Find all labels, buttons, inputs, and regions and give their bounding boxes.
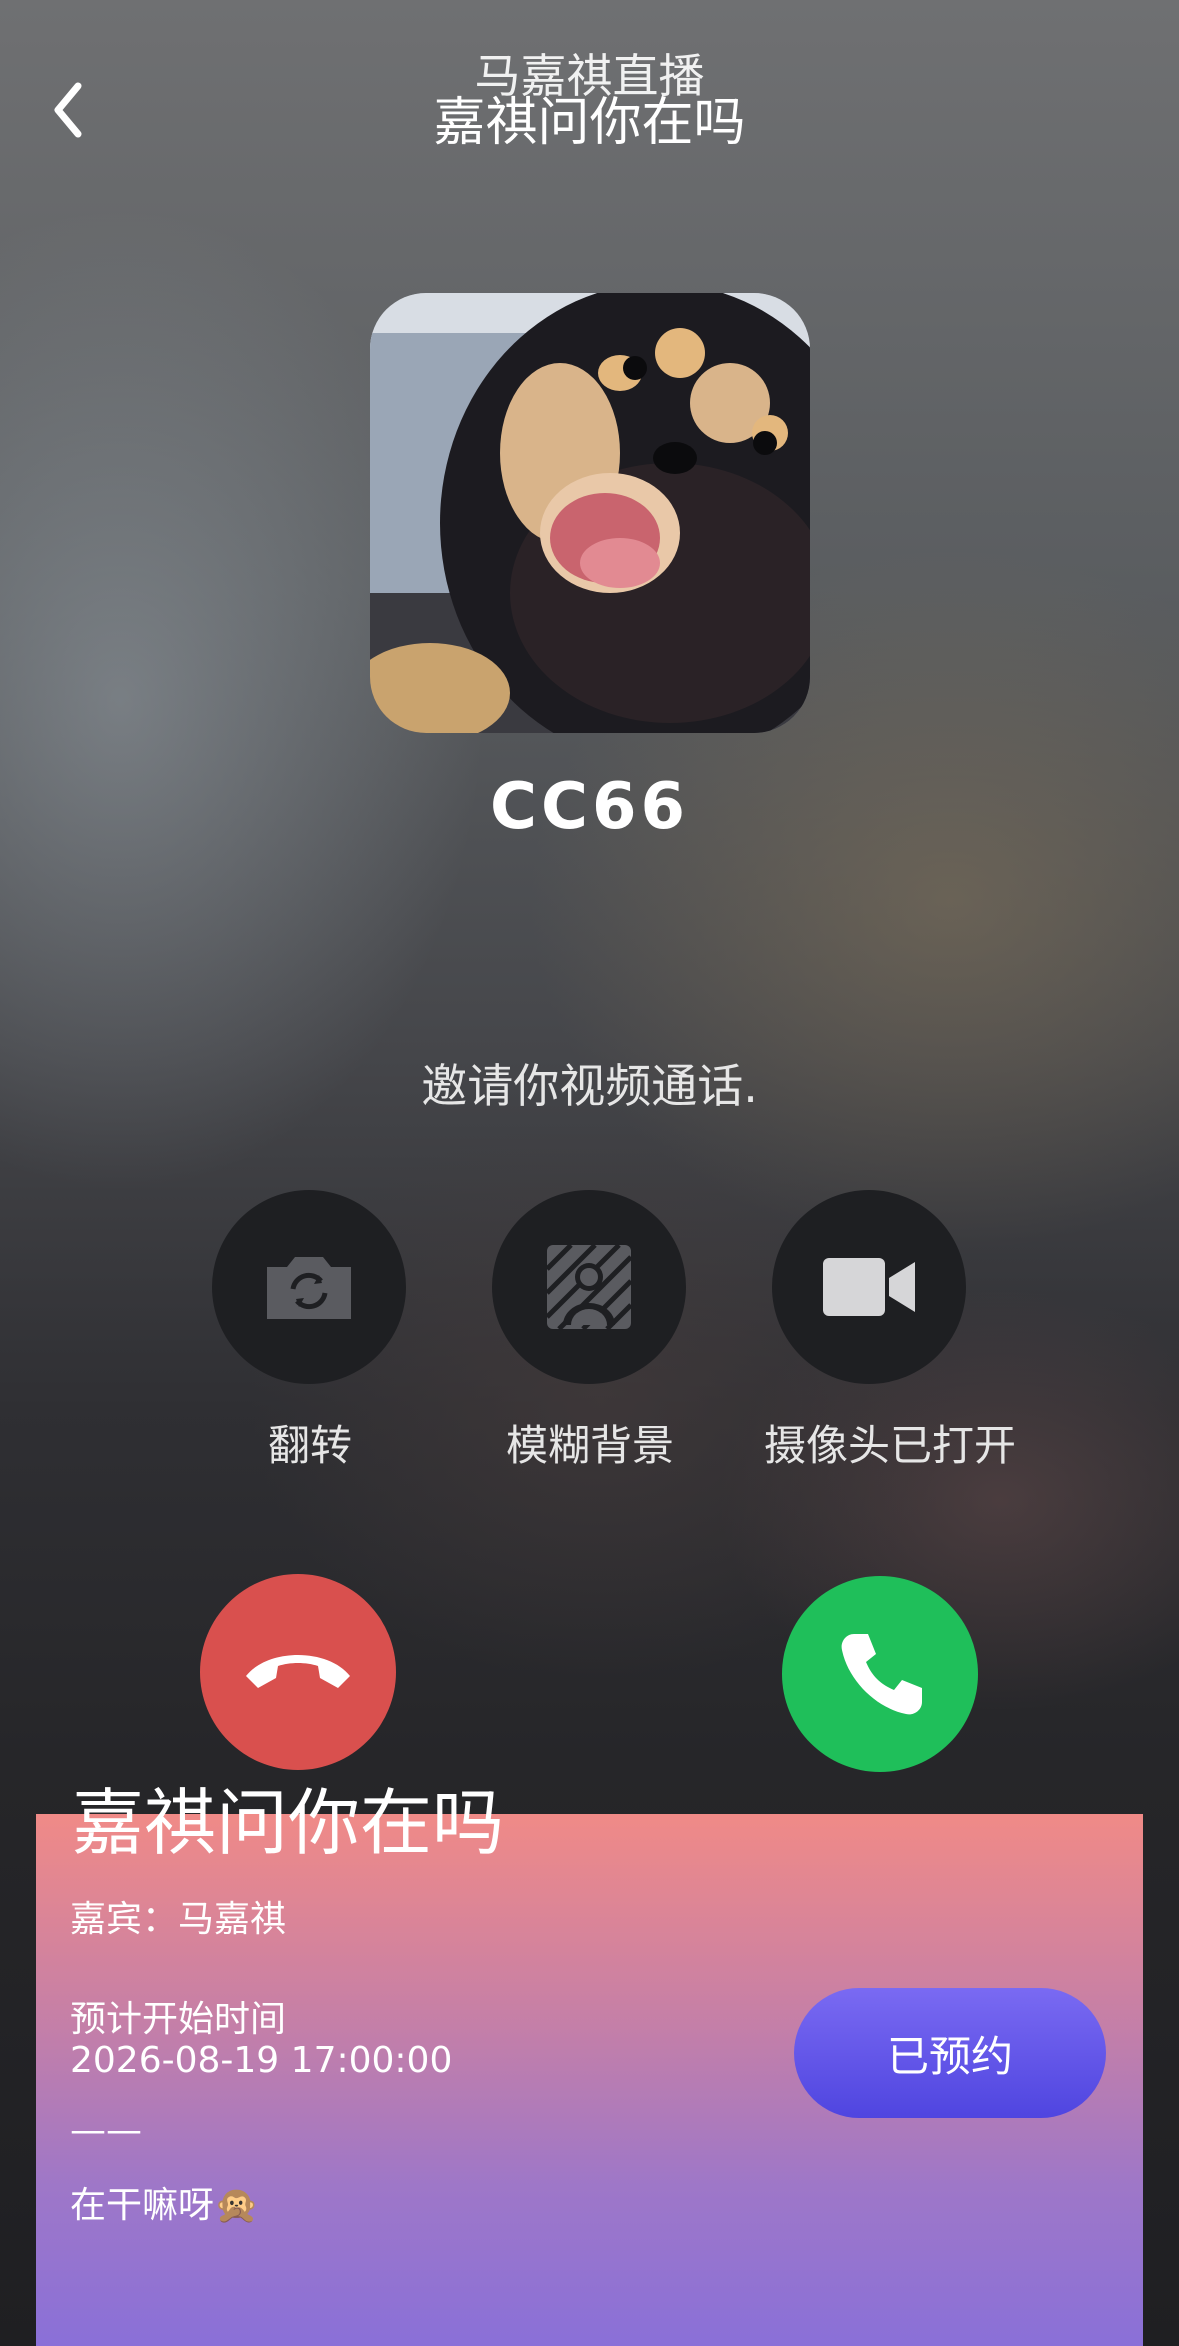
caller-avatar <box>370 293 810 733</box>
reserved-button[interactable]: 已预约 <box>794 1988 1106 2118</box>
video-camera-icon <box>823 1258 915 1316</box>
start-time-label: 预计开始时间 <box>70 1999 287 2040</box>
divider-text: —— <box>70 2110 142 2151</box>
note-text: 在干嘛呀🙊 <box>70 2185 259 2226</box>
invite-text: 邀请你视频通话. <box>421 1059 758 1113</box>
camera-toggle-button[interactable] <box>772 1190 966 1384</box>
blur-background-button[interactable] <box>492 1190 686 1384</box>
decline-call-button[interactable] <box>200 1574 396 1770</box>
blur-background-icon <box>545 1243 633 1331</box>
guest-text: 嘉宾：马嘉祺 <box>70 1899 287 1940</box>
start-time-value: 2026-08-19 17:00:00 <box>70 2040 453 2081</box>
card-title: 嘉祺问你在吗 <box>72 1781 505 1865</box>
camera-flip-icon <box>267 1257 351 1319</box>
flip-label: 翻转 <box>267 1421 352 1470</box>
accept-call-button[interactable] <box>782 1576 978 1772</box>
hang-up-icon <box>246 1655 350 1688</box>
camera-status-label: 摄像头已打开 <box>763 1421 1016 1470</box>
caller-name: CC66 <box>490 770 689 844</box>
blur-label: 模糊背景 <box>505 1421 674 1470</box>
phone-icon <box>841 1634 922 1715</box>
page-title: 嘉祺问你在吗 <box>433 93 746 153</box>
flip-camera-button[interactable] <box>212 1190 406 1384</box>
